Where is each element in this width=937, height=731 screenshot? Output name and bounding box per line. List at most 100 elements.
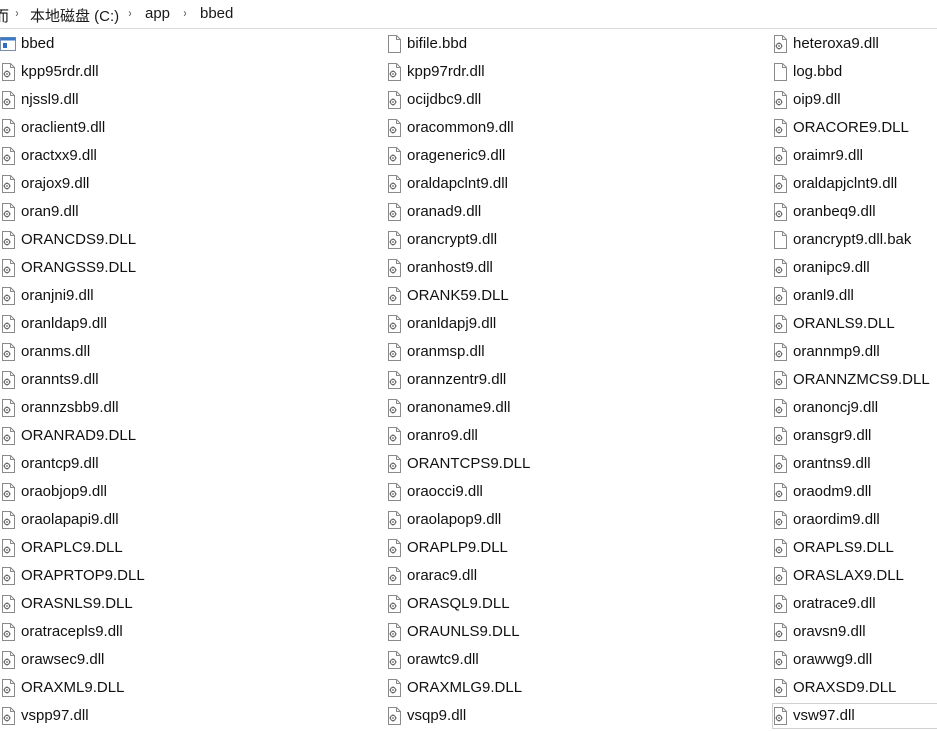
file-item[interactable]: oranldapj9.dll <box>386 311 546 337</box>
file-item[interactable]: oranldap9.dll <box>0 311 160 337</box>
dll-file-icon <box>386 287 402 305</box>
file-item[interactable]: vsw97.dll <box>772 703 937 729</box>
file-item[interactable]: oratracepls9.dll <box>0 619 160 645</box>
file-item[interactable]: vsqp9.dll <box>386 703 546 729</box>
breadcrumb-item-root[interactable]: 而 <box>0 5 9 26</box>
file-item[interactable]: oratrace9.dll <box>772 591 932 617</box>
file-name: oraobjop9.dll <box>21 483 107 500</box>
file-item[interactable]: oranipc9.dll <box>772 255 932 281</box>
file-item[interactable]: oranbeq9.dll <box>772 199 932 225</box>
file-item[interactable]: bbed <box>0 31 160 57</box>
dll-file-icon <box>386 427 402 445</box>
file-item[interactable]: oraolapop9.dll <box>386 507 546 533</box>
dll-file-icon <box>772 259 788 277</box>
file-item[interactable]: orancrypt9.dll <box>386 227 546 253</box>
file-item[interactable]: ORANLS9.DLL <box>772 311 932 337</box>
file-item[interactable]: oranms.dll <box>0 339 160 365</box>
file-name: log.bbd <box>793 63 843 80</box>
file-item[interactable]: ORAUNLS9.DLL <box>386 619 546 645</box>
file-item[interactable]: oranoname9.dll <box>386 395 546 421</box>
dll-file-icon <box>772 315 788 333</box>
file-item[interactable]: oraldapjclnt9.dll <box>772 171 932 197</box>
file-item[interactable]: ORAXMLG9.DLL <box>386 675 546 701</box>
file-item[interactable]: oraolapapi9.dll <box>0 507 160 533</box>
file-item[interactable]: njssl9.dll <box>0 87 160 113</box>
address-bar[interactable]: 而 › 本地磁盘 (C:) › app › bbed <box>0 0 937 29</box>
file-item[interactable]: ORAPLC9.DLL <box>0 535 160 561</box>
file-item[interactable]: orannzentr9.dll <box>386 367 546 393</box>
file-item[interactable]: oranro9.dll <box>386 423 546 449</box>
file-item[interactable]: oraordim9.dll <box>772 507 932 533</box>
dll-file-icon <box>386 567 402 585</box>
dll-file-icon <box>772 399 788 417</box>
file-item[interactable]: orarac9.dll <box>386 563 546 589</box>
file-item[interactable]: orantns9.dll <box>772 451 932 477</box>
file-item[interactable]: oraimr9.dll <box>772 143 932 169</box>
file-item[interactable]: oraocci9.dll <box>386 479 546 505</box>
file-item[interactable]: ORASQL9.DLL <box>386 591 546 617</box>
file-name: oranhost9.dll <box>407 259 493 276</box>
dll-file-icon <box>0 175 16 193</box>
dll-file-icon <box>772 427 788 445</box>
file-item[interactable]: ORASLAX9.DLL <box>772 563 932 589</box>
file-item[interactable]: ORAPLP9.DLL <box>386 535 546 561</box>
file-name: orantns9.dll <box>793 455 871 472</box>
file-item[interactable]: kpp97rdr.dll <box>386 59 546 85</box>
file-item[interactable]: ORANRAD9.DLL <box>0 423 160 449</box>
file-item[interactable]: oracommon9.dll <box>386 115 546 141</box>
breadcrumb-item-bbed[interactable]: bbed <box>200 5 233 22</box>
file-name: vspp97.dll <box>21 707 89 724</box>
file-item[interactable]: ocijdbc9.dll <box>386 87 546 113</box>
file-item[interactable]: ORAPLS9.DLL <box>772 535 932 561</box>
file-item[interactable]: orannts9.dll <box>0 367 160 393</box>
blank-file-icon <box>772 231 788 249</box>
file-item[interactable]: oravsn9.dll <box>772 619 932 645</box>
dll-file-icon <box>772 91 788 109</box>
file-item[interactable]: oranhost9.dll <box>386 255 546 281</box>
breadcrumb-item-app[interactable]: app <box>145 5 170 22</box>
file-item[interactable]: oip9.dll <box>772 87 932 113</box>
file-item[interactable]: vspp97.dll <box>0 703 160 729</box>
file-item[interactable]: orantcp9.dll <box>0 451 160 477</box>
file-item[interactable]: oraldapclnt9.dll <box>386 171 546 197</box>
dll-file-icon <box>386 175 402 193</box>
file-item[interactable]: orawtc9.dll <box>386 647 546 673</box>
file-item[interactable]: oransgr9.dll <box>772 423 932 449</box>
file-item[interactable]: oractxx9.dll <box>0 143 160 169</box>
file-item[interactable]: ORANNZMCS9.DLL <box>772 367 932 393</box>
file-item[interactable]: log.bbd <box>772 59 932 85</box>
file-item[interactable]: kpp95rdr.dll <box>0 59 160 85</box>
file-item[interactable]: ORANGSS9.DLL <box>0 255 160 281</box>
file-item[interactable]: oranmsp.dll <box>386 339 546 365</box>
file-item[interactable]: ORACORE9.DLL <box>772 115 932 141</box>
file-item[interactable]: ORANCDS9.DLL <box>0 227 160 253</box>
file-item[interactable]: oraobjop9.dll <box>0 479 160 505</box>
file-item[interactable]: ORANK59.DLL <box>386 283 546 309</box>
file-name: oranoname9.dll <box>407 399 511 416</box>
file-item[interactable]: oraclient9.dll <box>0 115 160 141</box>
file-item[interactable]: oranl9.dll <box>772 283 932 309</box>
file-item[interactable]: ORANTCPS9.DLL <box>386 451 546 477</box>
file-item[interactable]: oranoncj9.dll <box>772 395 932 421</box>
breadcrumb-item-drive[interactable]: 本地磁盘 (C:) <box>30 5 119 26</box>
file-item[interactable]: ORAXSD9.DLL <box>772 675 932 701</box>
dll-file-icon <box>772 287 788 305</box>
dll-file-icon <box>772 707 788 725</box>
file-item[interactable]: orageneric9.dll <box>386 143 546 169</box>
file-item[interactable]: orannmp9.dll <box>772 339 932 365</box>
file-item[interactable]: oran9.dll <box>0 199 160 225</box>
file-item[interactable]: heteroxa9.dll <box>772 31 932 57</box>
file-item[interactable]: orannzsbb9.dll <box>0 395 160 421</box>
file-item[interactable]: orawwg9.dll <box>772 647 932 673</box>
file-item[interactable]: ORASNLS9.DLL <box>0 591 160 617</box>
file-item[interactable]: orancrypt9.dll.bak <box>772 227 932 253</box>
file-item[interactable]: ORAPRTOP9.DLL <box>0 563 160 589</box>
file-item[interactable]: oranad9.dll <box>386 199 546 225</box>
file-item[interactable]: bifile.bbd <box>386 31 546 57</box>
file-item[interactable]: oraodm9.dll <box>772 479 932 505</box>
file-item[interactable]: oranjni9.dll <box>0 283 160 309</box>
file-item[interactable]: ORAXML9.DLL <box>0 675 160 701</box>
file-item[interactable]: orawsec9.dll <box>0 647 160 673</box>
dll-file-icon <box>386 679 402 697</box>
file-item[interactable]: orajox9.dll <box>0 171 160 197</box>
